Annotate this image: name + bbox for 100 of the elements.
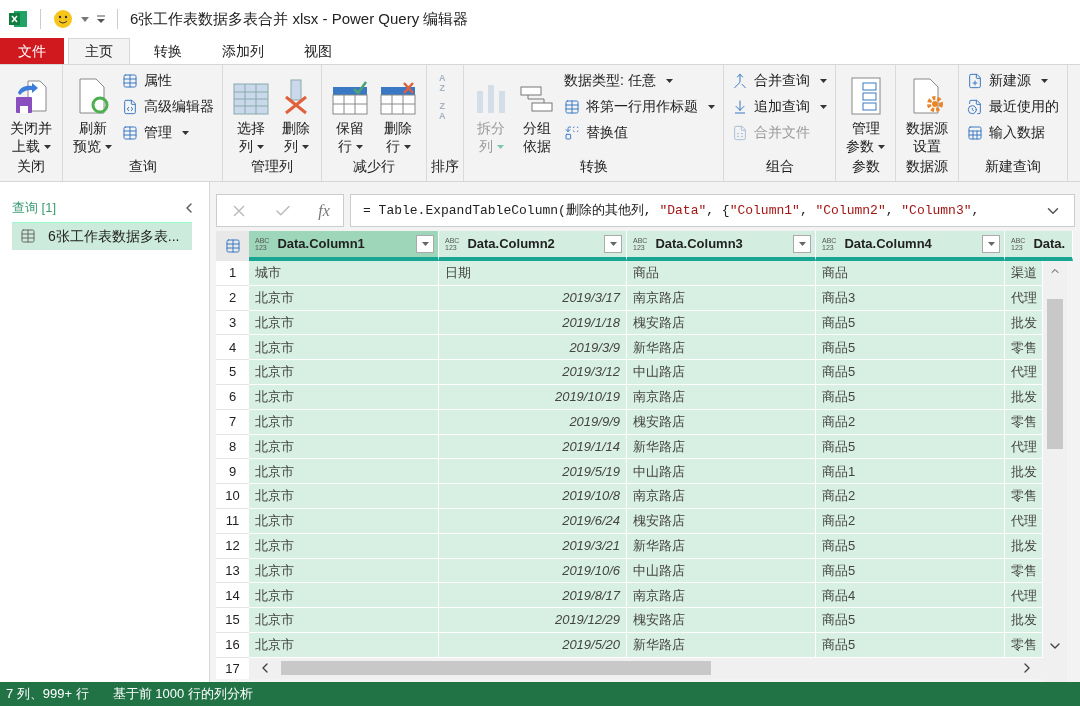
table-cell: 代理 — [1005, 434, 1043, 460]
table-cell: 商品4 — [816, 583, 1005, 609]
table-cell: 北京市 — [249, 583, 439, 609]
table-menu-button[interactable] — [216, 231, 249, 261]
table-cell: 2019/1/18 — [439, 310, 627, 336]
table-icon — [564, 98, 580, 115]
recent-file-icon — [967, 98, 983, 115]
ribbon-menu-button[interactable]: 最近使用的 — [967, 95, 1059, 118]
ribbon-menu-button[interactable]: 输入数据 — [967, 121, 1059, 144]
query-item[interactable]: 6张工作表数据多表... — [12, 221, 192, 250]
ribbon-button[interactable]: 管理 参数 — [840, 65, 891, 156]
table-cell: 渠道 — [1005, 261, 1043, 286]
column-name: Data.Column3 — [655, 235, 744, 254]
table-cell: 批发 — [1005, 310, 1043, 336]
table-cell: 2019/8/17 — [439, 583, 627, 609]
ribbon-menu-button[interactable]: 数据类型: 任意 — [564, 69, 715, 92]
ribbon-button[interactable]: 删除 列 — [275, 65, 317, 156]
status-text: 7 列、999+ 行 — [6, 685, 89, 704]
spreadsheet-app-icon — [8, 10, 28, 28]
fx-button[interactable]: fx — [318, 198, 330, 223]
ribbon-menu-button[interactable]: 新建源 — [967, 69, 1059, 92]
ribbon-button[interactable]: 删除 行 — [374, 65, 422, 156]
table-cell: 北京市 — [249, 310, 439, 336]
scroll-thumb[interactable] — [1047, 299, 1063, 449]
status-text: 基于前 1000 行的列分析 — [112, 685, 253, 704]
ribbon-menu-button[interactable]: 合并查询 — [732, 69, 827, 92]
dropdown-icon[interactable] — [81, 16, 89, 22]
properties-icon — [122, 72, 138, 89]
table-cell: 商品5 — [816, 310, 1005, 336]
group-label: 数据源 — [905, 157, 949, 176]
filter-button[interactable] — [604, 235, 622, 253]
ribbon-menu-button[interactable]: 高级编辑器 — [122, 95, 214, 118]
filter-button[interactable] — [416, 235, 434, 253]
ribbon-button[interactable]: 刷新 预览 — [67, 65, 118, 156]
filter-button[interactable] — [982, 235, 1000, 253]
merge-icon — [732, 72, 748, 89]
ribbon-menu-button[interactable]: 追加查询 — [732, 95, 827, 118]
ribbon-menu-button[interactable]: 将第一行用作标题 — [564, 95, 715, 118]
ribbon-menu-button[interactable]: 管理 — [122, 121, 214, 144]
caret-icon — [43, 145, 51, 150]
table-icon — [967, 124, 983, 141]
table-cell: 商品5 — [816, 632, 1005, 658]
group-label: 关闭 — [16, 157, 46, 176]
table-cell: 零售 — [1005, 409, 1043, 435]
formula-field[interactable]: = Table.ExpandTableColumn(删除的其他列, "Data", {"Column1", "Column2", "Column3", — [350, 194, 1075, 227]
table-cell: 零售 — [1005, 484, 1043, 509]
ribbon-tab[interactable]: 添加列 — [206, 38, 280, 64]
row-number: 16 — [216, 632, 249, 658]
customize-icon[interactable] — [97, 15, 105, 23]
table-cell: 零售 — [1005, 632, 1043, 658]
table-cell: 代理 — [1005, 508, 1043, 534]
table-cell: 商品2 — [816, 508, 1005, 534]
group-label: 新建查询 — [984, 157, 1042, 176]
table-cell: 商品3 — [816, 285, 1005, 311]
table-cell: 北京市 — [249, 285, 439, 311]
row-number: 12 — [216, 533, 249, 559]
table-cell: 南京路店 — [627, 583, 816, 609]
ribbon-tab[interactable]: 文件 — [0, 38, 64, 64]
ribbon-menu-button[interactable]: 属性 — [122, 69, 214, 92]
table-cell: 批发 — [1005, 459, 1043, 485]
table-cell: 槐安路店 — [627, 508, 816, 534]
table-cell: 商品5 — [816, 533, 1005, 559]
table-cell: 中山路店 — [627, 459, 816, 485]
ribbon-tab[interactable]: 视图 — [288, 38, 348, 64]
queries-header: 查询 [1] — [12, 199, 57, 217]
ribbon-menu-button[interactable]: 替换值 — [564, 121, 715, 144]
table-cell: 南京路店 — [627, 385, 816, 410]
scroll-thumb[interactable] — [281, 661, 711, 676]
table-cell: 商品5 — [816, 434, 1005, 460]
row-number: 11 — [216, 508, 249, 534]
table-cell: 北京市 — [249, 385, 439, 410]
row-number: 8 — [216, 434, 249, 460]
ribbon-tab[interactable]: 主页 — [68, 38, 130, 64]
column-name: Data.Column1 — [277, 235, 366, 254]
ribbon-button[interactable]: 数据源 设置 — [900, 65, 954, 156]
table-cell: 2019/6/24 — [439, 508, 627, 534]
table-cell: 北京市 — [249, 484, 439, 509]
row-number: 13 — [216, 558, 249, 584]
table-cell: 商品2 — [816, 409, 1005, 435]
window-title: 6张工作表数据多表合并 xlsx - Power Query 编辑器 — [130, 8, 469, 29]
append-icon — [732, 98, 748, 115]
smiley-icon[interactable] — [53, 9, 73, 29]
caret-icon — [496, 145, 504, 150]
caret-icon — [256, 145, 264, 150]
caret-icon — [609, 242, 617, 246]
new-source-icon — [967, 72, 983, 89]
table-cell: 商品1 — [816, 459, 1005, 485]
table-cell: 代理 — [1005, 360, 1043, 385]
ribbon-button[interactable]: 关闭并 上载 — [4, 65, 58, 156]
table-icon — [224, 238, 241, 254]
ribbon-button[interactable]: 选择 列 — [227, 65, 275, 156]
ribbon-button[interactable]: 分组 依据 — [514, 65, 560, 156]
ribbon-button[interactable]: 保留 行 — [326, 65, 374, 156]
table-cell: 2019/9/9 — [439, 409, 627, 435]
filter-button[interactable] — [793, 235, 811, 253]
replace-icon — [564, 124, 580, 141]
table-cell: 零售 — [1005, 558, 1043, 584]
table-icon — [233, 83, 269, 115]
row-number: 2 — [216, 285, 249, 311]
ribbon-tab[interactable]: 转换 — [138, 38, 198, 64]
